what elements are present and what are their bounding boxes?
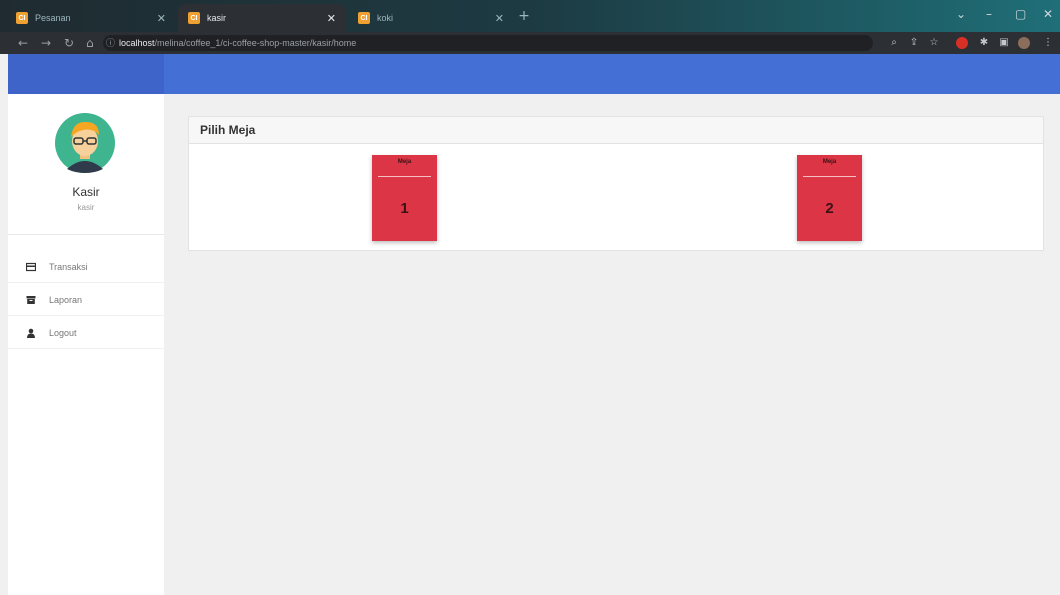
codeigniter-favicon-icon: CI [16, 12, 28, 24]
table-number: 2 [825, 200, 834, 217]
credit-card-icon [25, 262, 37, 272]
reload-icon[interactable]: ↻ [64, 36, 74, 50]
app-page: Kasir kasir Transaksi Laporan Logout Pil… [8, 54, 1060, 595]
sidebar-divider [8, 234, 164, 235]
window-close-icon[interactable]: ✕ [1043, 7, 1053, 21]
table-divider [803, 176, 856, 177]
sidebar-item-transaksi[interactable]: Transaksi [8, 251, 164, 283]
extensions-puzzle-icon[interactable]: ✱ [978, 37, 990, 49]
tab-title: kasir [207, 13, 227, 23]
codeigniter-favicon-icon: CI [358, 12, 370, 24]
tab-pesanan[interactable]: CI Pesanan ✕ [6, 4, 176, 32]
browser-menu-icon[interactable]: ⋮ [1042, 37, 1054, 49]
tab-kasir[interactable]: CI kasir ✕ [178, 4, 346, 32]
browser-tab-bar: CI Pesanan ✕ CI kasir ✕ CI koki ✕ + ⌄ – … [0, 0, 1060, 32]
maximize-icon[interactable]: ▢ [1015, 7, 1026, 21]
table-number: 1 [400, 200, 409, 217]
sidebar-item-label: Logout [49, 327, 77, 338]
new-tab-icon[interactable]: + [516, 8, 532, 24]
site-info-icon[interactable]: ⓘ [106, 35, 115, 51]
table-selection-card: Pilih Meja Meja 1 Meja 2 [188, 116, 1044, 251]
user-avatar-icon [55, 113, 115, 173]
close-tab-icon[interactable]: ✕ [495, 12, 504, 25]
table-card-2[interactable]: Meja 2 [797, 155, 862, 241]
tab-title: koki [377, 13, 394, 23]
url-field[interactable]: ⓘ localhost/melina/coffee_1/ci-coffee-sh… [103, 35, 873, 51]
home-icon[interactable]: ⌂ [86, 36, 94, 50]
back-icon[interactable]: ← [18, 36, 28, 50]
profile-avatar-icon[interactable] [1018, 37, 1030, 49]
zoom-search-icon[interactable]: ⌕ [888, 37, 900, 49]
side-panel-icon[interactable]: ▣ [998, 37, 1010, 49]
sidebar-item-label: Transaksi [49, 261, 88, 272]
url-host: localhost [119, 38, 155, 48]
user-role: kasir [77, 203, 95, 212]
tab-title: Pesanan [35, 13, 71, 23]
table-label: Meja [822, 159, 837, 165]
page-title: Pilih Meja [200, 123, 256, 137]
user-icon [26, 328, 36, 338]
close-tab-icon[interactable]: ✕ [327, 12, 336, 25]
user-name: Kasir [72, 185, 100, 199]
brand-header [8, 54, 164, 94]
sidebar-item-laporan[interactable]: Laporan [8, 284, 164, 316]
codeigniter-favicon-icon: CI [188, 12, 200, 24]
table-divider [378, 176, 431, 177]
forward-icon[interactable]: → [41, 36, 51, 50]
bookmark-star-icon[interactable]: ☆ [928, 37, 940, 49]
sidebar: Kasir kasir Transaksi Laporan Logout [8, 94, 164, 595]
top-navbar [164, 54, 1060, 94]
share-icon[interactable]: ⇪ [908, 37, 920, 49]
address-toolbar: ← → ↻ ⌂ ⓘ localhost/melina/coffee_1/ci-c… [0, 32, 1060, 54]
close-tab-icon[interactable]: ✕ [157, 12, 166, 25]
minimize-icon[interactable]: – [986, 7, 992, 21]
sidebar-item-label: Laporan [49, 294, 83, 305]
table-label: Meja [397, 159, 412, 165]
tab-koki[interactable]: CI koki ✕ [348, 4, 514, 32]
archive-icon [26, 295, 36, 305]
card-header: Pilih Meja [189, 117, 1043, 144]
url-path: /melina/coffee_1/ci-coffee-shop-master/k… [154, 38, 357, 48]
tab-search-icon[interactable]: ⌄ [956, 7, 966, 21]
sidebar-item-logout[interactable]: Logout [8, 317, 164, 349]
adblock-extension-icon[interactable] [956, 37, 968, 49]
table-card-1[interactable]: Meja 1 [372, 155, 437, 241]
